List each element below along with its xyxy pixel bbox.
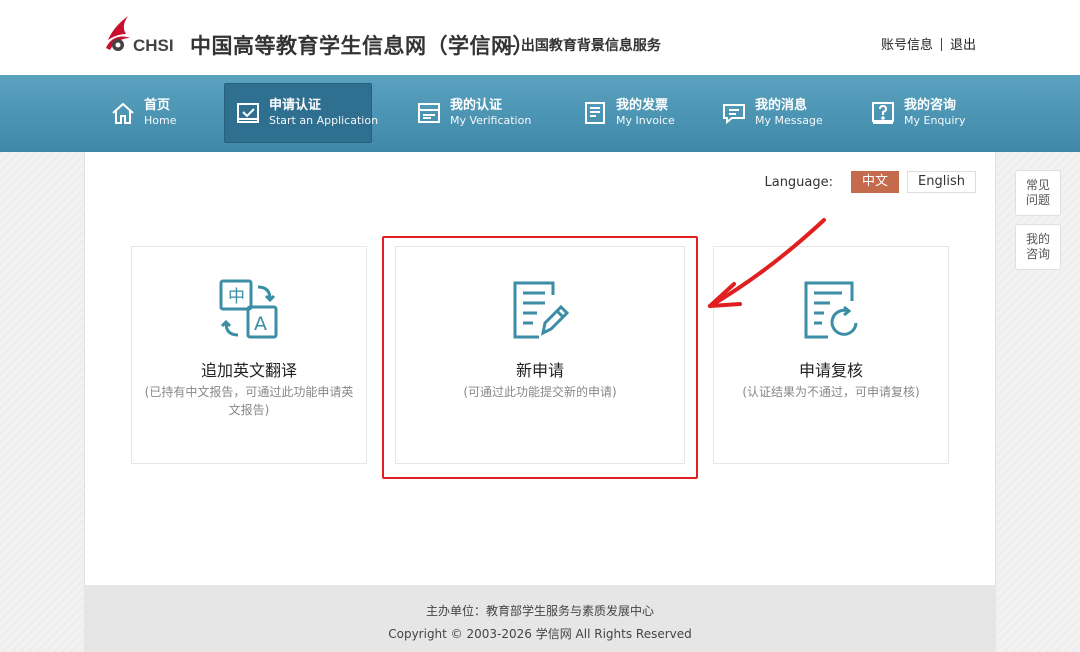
footer: 主办单位：教育部学生服务与素质发展中心 Copyright © 2003-202…	[84, 585, 996, 652]
nav-item-my-invoice[interactable]: 我的发票 My Invoice	[572, 83, 685, 143]
faq-button[interactable]: 常见 问题	[1015, 170, 1061, 216]
language-option-chinese[interactable]: 中文	[851, 171, 900, 193]
logout-link[interactable]: 退出	[950, 38, 976, 53]
card-title: 追加英文翻译	[200, 361, 297, 380]
nav-label-en: Start an Application	[269, 114, 379, 128]
nav-label-zh: 我的认证	[450, 97, 503, 113]
faq-label: 常见 问题	[1025, 178, 1050, 207]
nav-label-en: My Enquiry	[904, 114, 966, 128]
verification-icon	[418, 103, 440, 123]
account-info-link[interactable]: 账号信息	[881, 38, 933, 53]
invoice-icon	[585, 102, 605, 124]
card-title: 新申请	[515, 361, 564, 380]
site-title: 中国高等教育学生信息网（学信网）	[190, 34, 534, 58]
svg-text:A: A	[254, 313, 267, 335]
card-title: 申请复核	[798, 361, 863, 380]
side-enquiry-button[interactable]: 我的 咨询	[1015, 224, 1061, 270]
card-description: (已持有中文报告，可通过此功能申请英文报告)	[144, 385, 354, 417]
site-subtitle: — 出国教育背景信息服务	[502, 38, 661, 54]
card-description: (认证结果为不通过，可申请复核)	[742, 385, 920, 399]
application-icon	[237, 103, 259, 123]
side-enquiry-label: 我的 咨询	[1025, 232, 1050, 261]
nav-label-zh: 我的发票	[616, 97, 669, 113]
user-links: 账号信息 退出	[881, 34, 976, 53]
language-switcher: Language: 中文 English	[764, 171, 976, 193]
nav-item-start-application[interactable]: 申请认证 Start an Application	[224, 83, 378, 143]
card-description: (可通过此功能提交新的申请)	[463, 385, 617, 399]
nav-item-my-verification[interactable]: 我的认证 My Verification	[406, 83, 541, 143]
enquiry-icon	[872, 102, 894, 124]
nav-item-home[interactable]: 首页 Home	[100, 83, 186, 143]
main-nav: 首页 Home 申请认证 Start an Application 我的认证 M…	[0, 75, 1080, 152]
home-icon	[112, 102, 134, 124]
nav-label-en: Home	[144, 114, 177, 128]
logo-text: CHSI	[133, 36, 174, 55]
card-new-application[interactable]: 新申请 (可通过此功能提交新的申请)	[395, 246, 685, 464]
nav-label-zh: 首页	[144, 97, 171, 113]
card-add-english-translation[interactable]: 中 A 追加英文翻译 (已持有中文报告，可通过此功能申请英文报告)	[131, 246, 367, 464]
nav-label-zh: 我的消息	[755, 97, 808, 113]
message-icon	[723, 104, 745, 125]
nav-label-en: My Invoice	[616, 114, 675, 128]
footer-sponsor: 主办单位：教育部学生服务与素质发展中心	[425, 604, 654, 618]
language-label: Language:	[764, 174, 834, 190]
nav-item-my-message[interactable]: 我的消息 My Message	[711, 83, 833, 143]
nav-label-zh: 申请认证	[269, 97, 322, 113]
site-header: CHSI 中国高等教育学生信息网（学信网） — 出国教育背景信息服务 账号信息 退…	[0, 0, 1080, 75]
nav-label-en: My Verification	[450, 114, 532, 128]
nav-label-en: My Message	[755, 114, 823, 128]
main-panel: Language: 中文 English 中 A 追加英文翻译 (已持有中文报告…	[84, 152, 996, 585]
translate-icon: 中 A	[219, 279, 278, 339]
svg-text:中: 中	[228, 287, 245, 307]
footer-copyright: Copyright © 2003-2026 学信网 All Rights Res…	[388, 627, 692, 641]
nav-label-zh: 我的咨询	[904, 97, 957, 113]
nav-item-my-enquiry[interactable]: 我的咨询 My Enquiry	[860, 83, 975, 143]
annotation-arrow-icon	[708, 218, 826, 308]
language-option-english[interactable]: English	[907, 171, 976, 193]
divider	[940, 38, 942, 51]
new-application-icon	[513, 281, 570, 339]
